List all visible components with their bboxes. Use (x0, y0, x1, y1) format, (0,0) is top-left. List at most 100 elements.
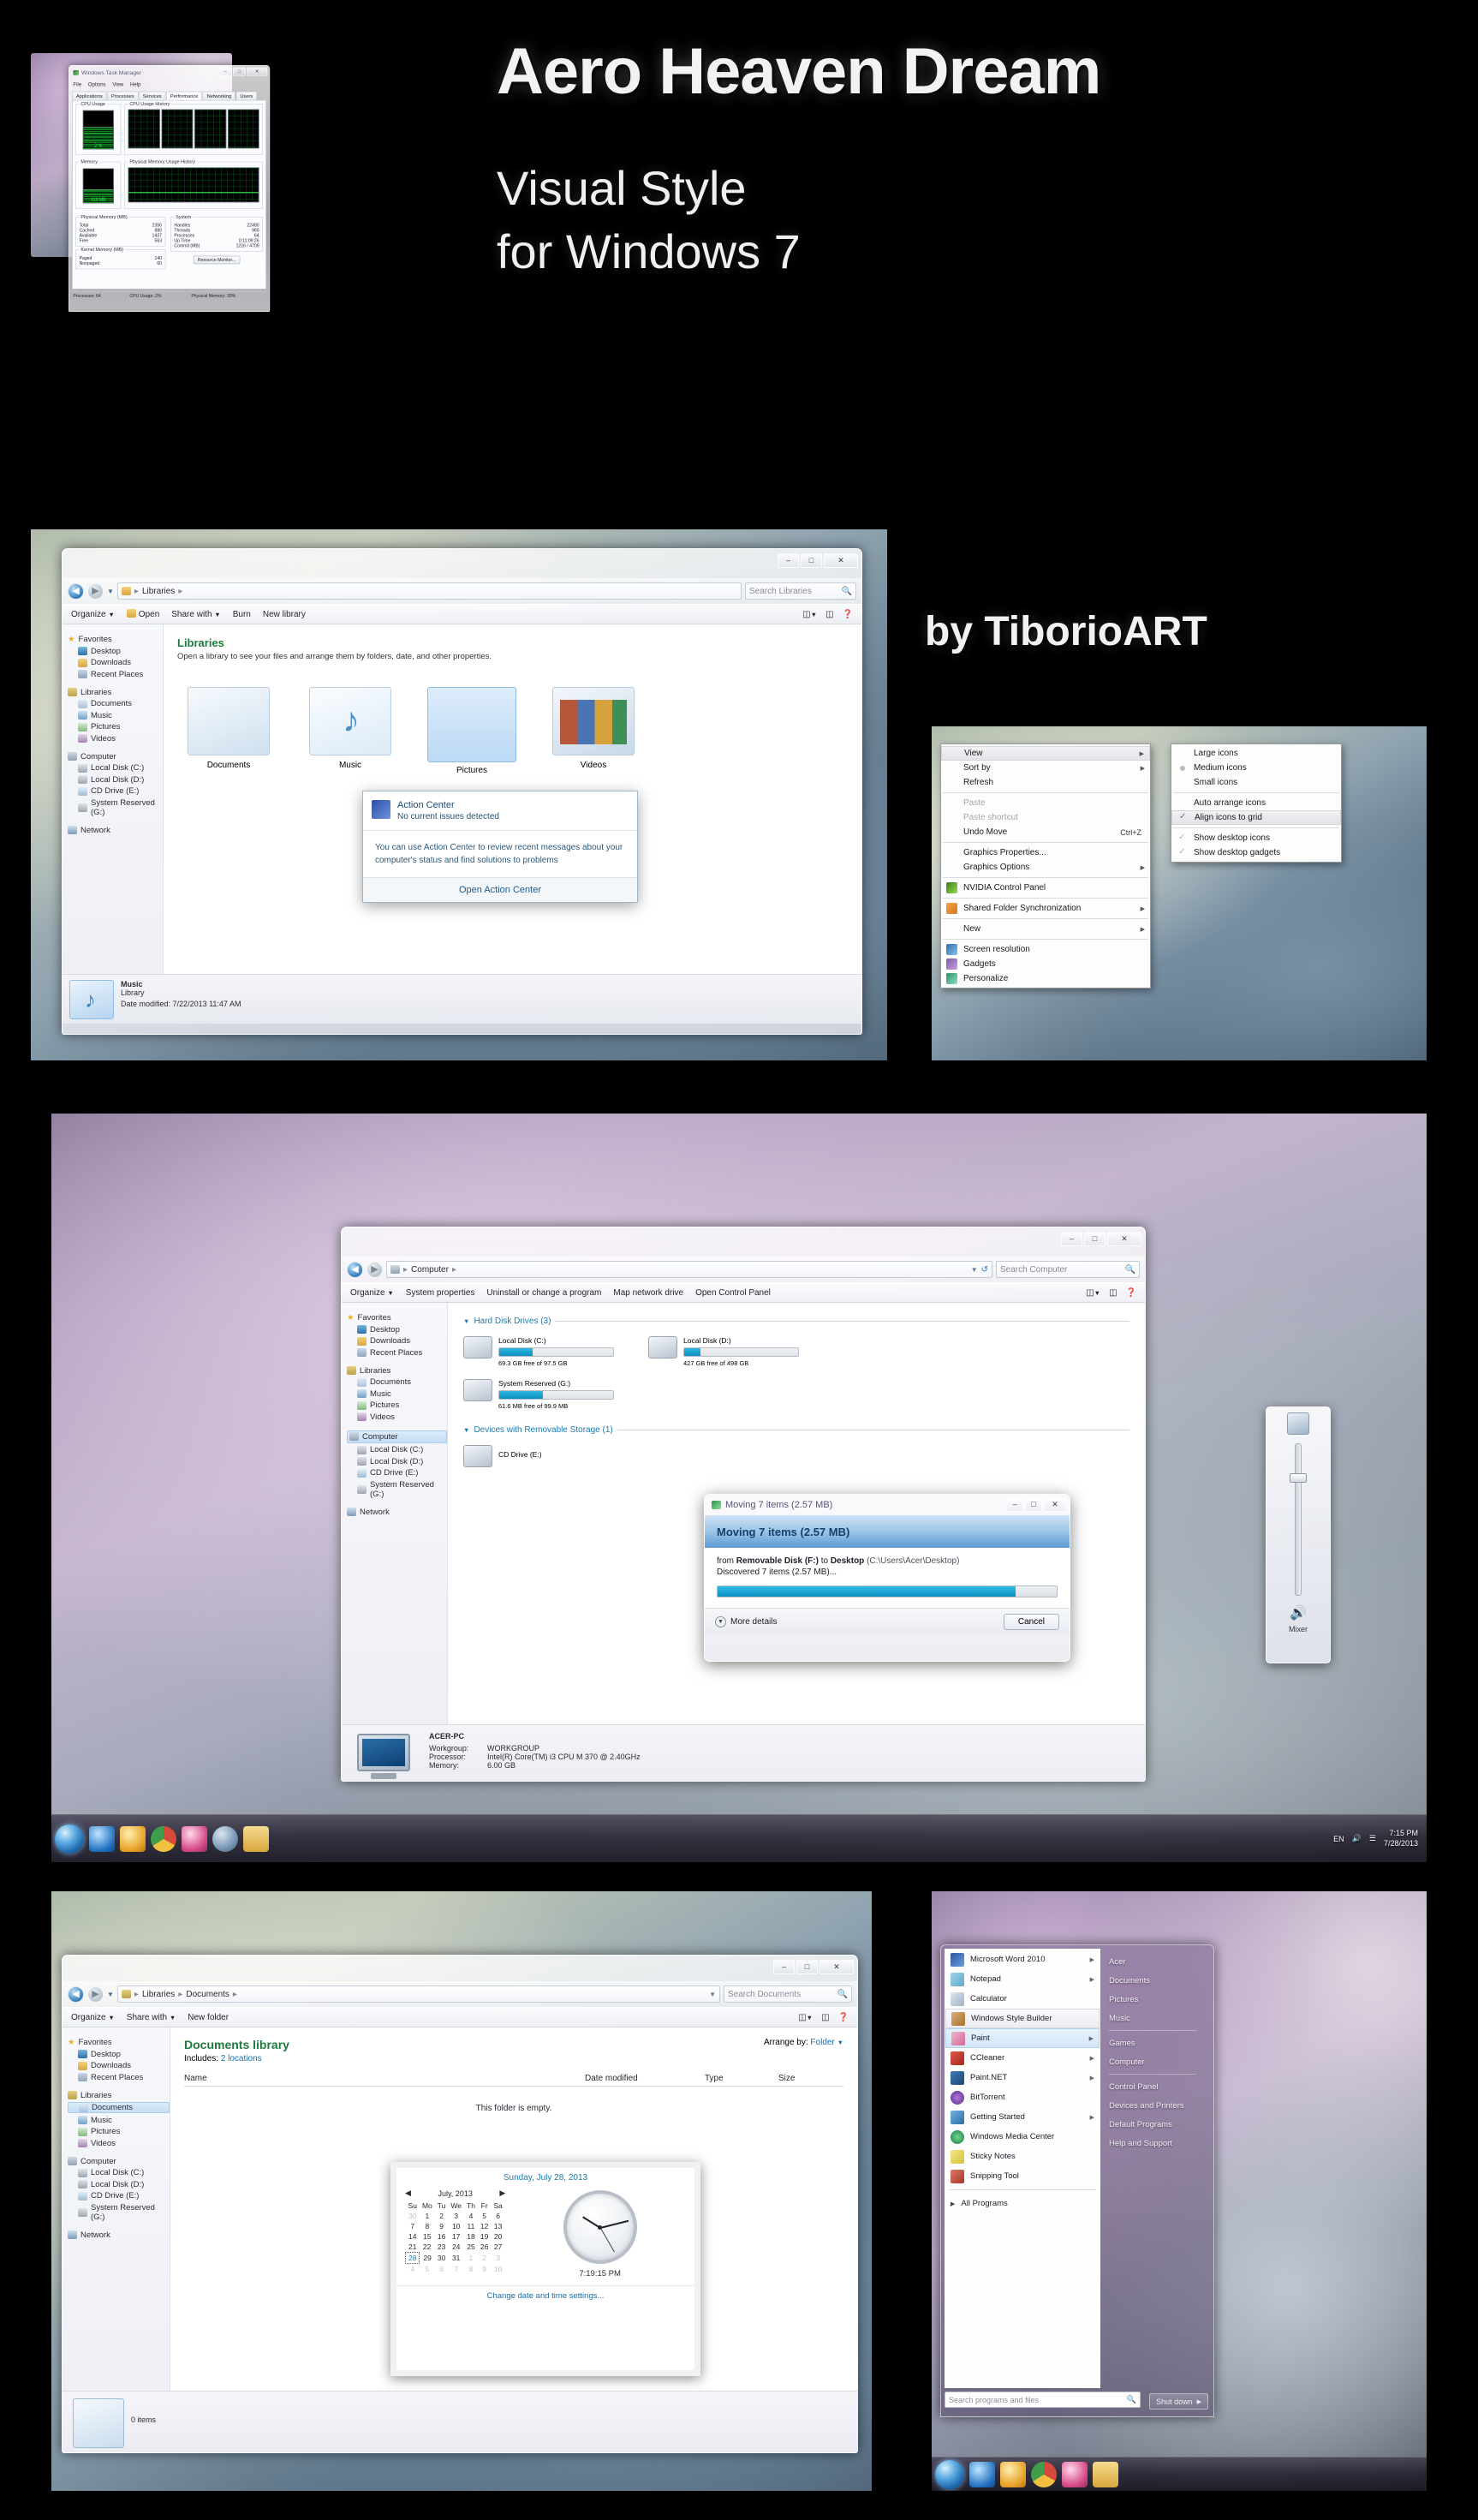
resource-monitor-button[interactable]: Resource Monitor... (193, 255, 241, 265)
calendar-day[interactable]: 13 (491, 2221, 504, 2231)
calendar-day[interactable]: 10 (448, 2221, 464, 2231)
sidebar-item-recent-places[interactable]: Recent Places (68, 670, 163, 679)
sidebar-item-documents[interactable]: Documents (68, 699, 163, 708)
toolbar-organize[interactable]: Organize ▼ (71, 610, 115, 619)
breadcrumb-libraries[interactable]: Libraries (142, 587, 175, 596)
start-menu-search-input[interactable]: Search programs and files 🔍 (945, 2392, 1141, 2408)
tab-networking[interactable]: Networking (202, 91, 235, 100)
toolbar-open[interactable]: Open (126, 609, 159, 619)
start-item-ccleaner[interactable]: CCleaner ▶ (945, 2048, 1100, 2068)
more-details-toggle[interactable]: ▼ More details (715, 1616, 777, 1627)
sidebar-item-local-disk-c[interactable]: Local Disk (C:) (347, 1445, 447, 1454)
calendar-day[interactable]: 29 (420, 2253, 435, 2264)
start-place-acer[interactable]: Acer (1109, 1952, 1196, 1971)
move-dialog-titlebar[interactable]: Moving 7 items (2.57 MB) – □ ✕ (705, 1495, 1070, 1515)
task-manager-tabstrip[interactable]: Applications Processes Services Performa… (69, 89, 270, 100)
speaker-on-icon[interactable]: 🔊 (1266, 1604, 1330, 1621)
context-item-shared-folder-synchronization[interactable]: Shared Folder Synchronization ▶ (941, 901, 1150, 916)
tab-users[interactable]: Users (235, 91, 258, 100)
maximize-button[interactable]: □ (801, 553, 822, 568)
tab-applications[interactable]: Applications (72, 91, 107, 100)
breadcrumb-documents[interactable]: Documents (186, 1990, 229, 1999)
taskbar-internet-explorer-icon[interactable] (969, 2461, 995, 2487)
toolbar-organize[interactable]: Organize ▼ (71, 2013, 115, 2022)
start-item-notepad[interactable]: Notepad ▶ (945, 1969, 1100, 1989)
taskbar-internet-explorer-icon[interactable] (89, 1825, 115, 1852)
calendar-day[interactable]: 20 (491, 2231, 504, 2242)
drive-item-system-reserved-g[interactable]: System Reserved (G:) 61.6 MB free of 99.… (463, 1379, 614, 1410)
start-place-games[interactable]: Games (1109, 2033, 1196, 2052)
sidebar-item-local-disk-d[interactable]: Local Disk (D:) (68, 775, 163, 785)
back-button[interactable]: ◀ (68, 1986, 84, 2003)
taskbar-media-player-icon[interactable] (1062, 2461, 1088, 2487)
calendar-day[interactable]: 8 (464, 2264, 478, 2275)
taskbar-explorer-icon[interactable] (1093, 2461, 1118, 2487)
preview-pane-icon[interactable]: ◫ (1109, 1288, 1117, 1298)
toolbar-share-with[interactable]: Share with ▼ (127, 2013, 176, 2022)
calendar-day[interactable]: 5 (478, 2211, 491, 2221)
nav-group-libraries[interactable]: Libraries (68, 2091, 170, 2100)
start-item-calculator[interactable]: Calculator (945, 1989, 1100, 2009)
calendar-day[interactable]: 22 (420, 2242, 435, 2253)
calendar-day[interactable]: 2 (478, 2253, 491, 2264)
mixer-label[interactable]: Mixer (1266, 1625, 1330, 1633)
calendar-day[interactable]: 4 (464, 2211, 478, 2221)
group-header-removable-storage[interactable]: ▼ Devices with Removable Storage (1) (463, 1425, 1129, 1435)
menu-file[interactable]: File (73, 82, 81, 88)
calendar-day[interactable]: 14 (406, 2231, 420, 2242)
start-item-getting-started[interactable]: Getting Started ▶ (945, 2107, 1100, 2127)
sidebar-item-local-disk-d[interactable]: Local Disk (D:) (347, 1457, 447, 1466)
sidebar-item-documents[interactable]: Documents (68, 2102, 170, 2113)
column-header-name[interactable]: Name (184, 2074, 585, 2083)
context-item-view[interactable]: View ▶ (941, 746, 1150, 761)
tab-processes[interactable]: Processes (107, 91, 139, 100)
tray-volume-icon[interactable]: 🔊 (1352, 1834, 1362, 1843)
nav-group-computer[interactable]: Computer (347, 1430, 447, 1443)
context-item-graphics-options[interactable]: Graphics Options ▶ (941, 860, 1150, 875)
nav-group-favorites[interactable]: ★ Favorites (68, 2038, 170, 2047)
breadcrumb[interactable]: ▸ Computer ▸ ▼ ↺ (386, 1261, 992, 1278)
breadcrumb-computer[interactable]: Computer (411, 1265, 449, 1275)
submenu-item-medium-icons[interactable]: Medium icons (1171, 761, 1341, 775)
context-item-graphics-properties[interactable]: Graphics Properties... (941, 845, 1150, 860)
column-header-size[interactable]: Size (778, 2074, 843, 2083)
calendar-day[interactable]: 26 (478, 2242, 491, 2253)
maximize-button[interactable]: □ (796, 1960, 818, 1974)
forward-button[interactable]: ▶ (87, 582, 104, 600)
sidebar-item-local-disk-c[interactable]: Local Disk (C:) (68, 763, 163, 773)
sidebar-item-recent-places[interactable]: Recent Places (347, 1348, 447, 1358)
sidebar-item-pictures[interactable]: Pictures (68, 722, 163, 732)
calendar-day[interactable]: 7 (406, 2221, 420, 2231)
start-place-control-panel[interactable]: Control Panel (1109, 2077, 1196, 2096)
minimize-button[interactable]: – (1006, 1497, 1023, 1512)
help-icon[interactable]: ❓ (843, 610, 853, 619)
taskbar-firefox-icon[interactable] (120, 1825, 146, 1852)
sidebar-item-music[interactable]: Music (347, 1389, 447, 1399)
shutdown-button[interactable]: Shut down ▶ (1149, 2393, 1208, 2410)
preview-pane-icon[interactable]: ◫ (825, 610, 833, 619)
search-input[interactable]: Search Computer 🔍 (996, 1261, 1140, 1278)
toolbar-burn[interactable]: Burn (233, 610, 251, 619)
submenu-item-show-desktop-gadgets[interactable]: ✓ Show desktop gadgets (1171, 845, 1341, 860)
chevron-down-icon[interactable]: ▼ (107, 1991, 114, 1998)
includes-value[interactable]: 2 locations (221, 2054, 262, 2063)
calendar-day[interactable]: 6 (435, 2264, 449, 2275)
close-button[interactable]: ✕ (824, 553, 858, 568)
toolbar-uninstall-or-change-a-program[interactable]: Uninstall or change a program (486, 1288, 601, 1298)
sidebar-item-videos[interactable]: Videos (68, 2139, 170, 2148)
documents-navigation-pane[interactable]: ★ Favorites Desktop Downloads Recent Plac… (63, 2027, 170, 2391)
sidebar-item-system-reserved-g[interactable]: System Reserved (G:) (347, 1480, 447, 1499)
nav-group-libraries[interactable]: Libraries (68, 688, 163, 697)
sidebar-item-cd-drive-e[interactable]: CD Drive (E:) (347, 1468, 447, 1478)
calendar-day[interactable]: 2 (435, 2211, 449, 2221)
column-header-date-modified[interactable]: Date modified (585, 2074, 705, 2083)
libraries-navigation-pane[interactable]: ★ Favorites Desktop Downloads Recent Pla… (63, 624, 164, 974)
start-item-paint-net[interactable]: Paint.NET ▶ (945, 2068, 1100, 2087)
start-menu-programs-list[interactable]: Microsoft Word 2010 ▶ Notepad ▶ Calculator… (945, 1949, 1100, 2388)
maximize-button[interactable]: □ (233, 67, 246, 76)
start-place-devices-and-printers[interactable]: Devices and Printers (1109, 2096, 1196, 2115)
submenu-item-show-desktop-icons[interactable]: ✓ Show desktop icons (1171, 831, 1341, 845)
preview-pane-icon[interactable]: ◫ (821, 2013, 829, 2022)
start-place-pictures[interactable]: Pictures (1109, 1990, 1196, 2009)
forward-button[interactable]: ▶ (367, 1261, 383, 1278)
